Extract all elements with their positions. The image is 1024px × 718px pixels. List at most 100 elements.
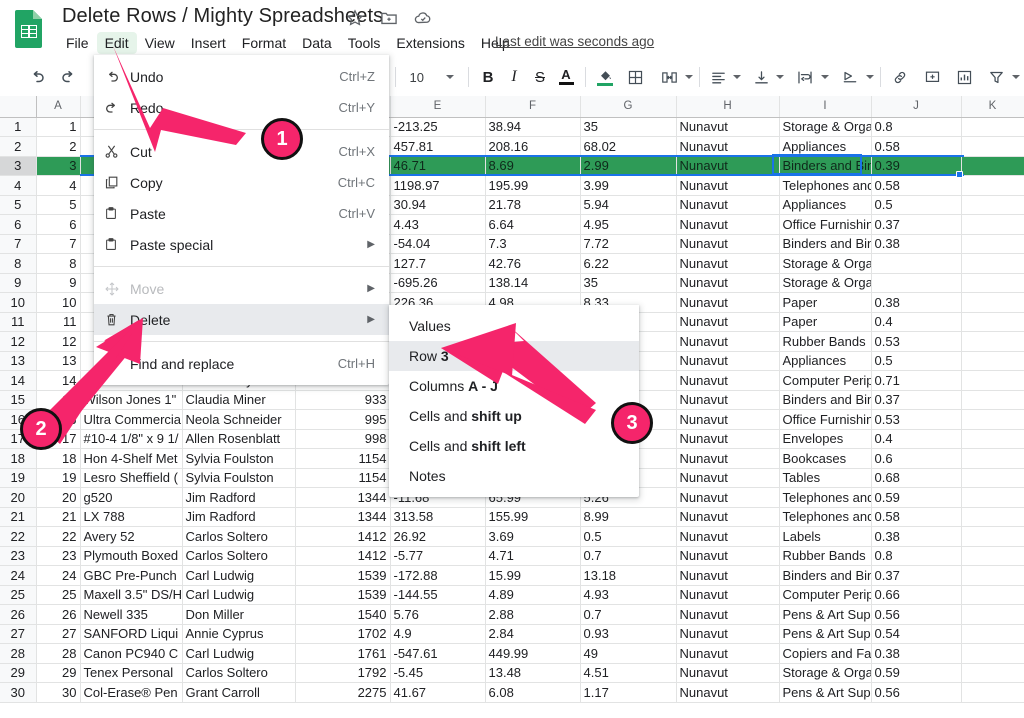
cell-F29[interactable]: 13.48 [485,663,581,683]
cell-A25[interactable]: 25 [36,585,81,605]
column-header-A[interactable]: A [36,96,81,118]
cell-G2[interactable]: 68.02 [580,136,677,157]
cell-K24[interactable] [961,565,1024,586]
cell-A21[interactable]: 21 [36,507,81,527]
cell-A29[interactable]: 29 [36,663,81,683]
cell-B30[interactable]: Col-Erase® Pen [80,682,183,703]
cell-K19[interactable] [961,468,1024,488]
cell-A12[interactable]: 12 [36,331,81,352]
cell-E27[interactable]: 4.9 [390,624,486,644]
cell-K20[interactable] [961,487,1024,508]
cell-I15[interactable]: Binders and Bind [779,390,872,410]
row-header-10[interactable]: 10 [0,292,37,313]
grid-corner[interactable] [0,96,37,118]
row-header-23[interactable]: 23 [0,546,37,566]
cell-F7[interactable]: 7.3 [485,234,581,254]
cell-E24[interactable]: -172.88 [390,565,486,586]
cell-D20[interactable]: 1344 [295,487,391,508]
cell-I20[interactable]: Telephones and [779,487,872,508]
cell-I17[interactable]: Envelopes [779,429,872,449]
cell-E30[interactable]: 41.67 [390,682,486,703]
cell-I10[interactable]: Paper [779,292,872,313]
insert-comment-button[interactable] [919,69,945,86]
cell-A11[interactable]: 11 [36,312,81,332]
cell-D15[interactable]: 933 [295,390,391,410]
cell-H5[interactable]: Nunavut [676,195,780,215]
cell-H4[interactable]: Nunavut [676,175,780,196]
cell-I11[interactable]: Paper [779,312,872,332]
cell-K4[interactable] [961,175,1024,196]
cell-H8[interactable]: Nunavut [676,253,780,274]
cell-F2[interactable]: 208.16 [485,136,581,157]
cell-G4[interactable]: 3.99 [580,175,677,196]
cell-F3[interactable]: 8.69 [485,156,581,176]
cell-I21[interactable]: Telephones and [779,507,872,527]
insert-link-button[interactable] [887,69,913,86]
cell-E8[interactable]: 127.7 [390,253,486,274]
cell-B22[interactable]: Avery 52 [80,526,183,547]
cell-K3[interactable] [961,156,1024,176]
cell-J16[interactable]: 0.53 [871,409,962,430]
text-color-button[interactable]: A [553,68,579,85]
delete-submenu-dropdown[interactable]: Values Row 3 Columns A - J Cells and shift … [389,305,639,497]
document-title[interactable]: Delete Rows / Mighty Spreadsheets [62,5,383,28]
cell-J25[interactable]: 0.66 [871,585,962,605]
cell-F24[interactable]: 15.99 [485,565,581,586]
cell-G1[interactable]: 35 [580,117,677,137]
delete-submenu-item-row-3[interactable]: Row 3 [389,341,639,371]
cell-A1[interactable]: 1 [36,117,81,137]
delete-submenu-item-cells-and-shift-up[interactable]: Cells and shift up [389,401,639,431]
cell-H24[interactable]: Nunavut [676,565,780,586]
cell-K28[interactable] [961,643,1024,664]
cell-D22[interactable]: 1412 [295,526,391,547]
cell-K15[interactable] [961,390,1024,410]
cell-J6[interactable]: 0.37 [871,214,962,235]
cell-J29[interactable]: 0.59 [871,663,962,683]
text-wrapping-button[interactable] [792,69,818,86]
cell-H28[interactable]: Nunavut [676,643,780,664]
cell-D29[interactable]: 1792 [295,663,391,683]
cell-H21[interactable]: Nunavut [676,507,780,527]
cell-C20[interactable]: Jim Radford [182,487,296,508]
chevron-down-icon[interactable] [1012,75,1020,79]
cell-A3[interactable]: 3 [36,156,81,176]
cell-H13[interactable]: Nunavut [676,351,780,371]
cell-J15[interactable]: 0.37 [871,390,962,410]
column-header-E[interactable]: E [390,96,486,118]
cell-F25[interactable]: 4.89 [485,585,581,605]
table-row[interactable]: 30 30 Col-Erase® Pen Grant Carroll 2275 41.67… [0,682,1024,703]
cell-G21[interactable]: 8.99 [580,507,677,527]
cell-K10[interactable] [961,292,1024,313]
cell-H17[interactable]: Nunavut [676,429,780,449]
cell-K14[interactable] [961,370,1024,391]
cell-C25[interactable]: Carl Ludwig [182,585,296,605]
cell-H10[interactable]: Nunavut [676,292,780,313]
cell-D18[interactable]: 1154 [295,448,391,469]
menubar-item-file[interactable]: File [58,32,97,54]
cell-D19[interactable]: 1154 [295,468,391,488]
cell-J7[interactable]: 0.38 [871,234,962,254]
cell-A2[interactable]: 2 [36,136,81,157]
cell-J24[interactable]: 0.37 [871,565,962,586]
cell-I26[interactable]: Pens & Art Supp [779,604,872,625]
row-header-2[interactable]: 2 [0,136,37,157]
row-header-14[interactable]: 14 [0,370,37,391]
chevron-down-icon[interactable] [733,75,741,79]
cell-C23[interactable]: Carlos Soltero [182,546,296,566]
cell-F8[interactable]: 42.76 [485,253,581,274]
delete-submenu-item-columns-a-j[interactable]: Columns A - J [389,371,639,401]
cell-J10[interactable]: 0.38 [871,292,962,313]
cell-F28[interactable]: 449.99 [485,643,581,664]
cell-C24[interactable]: Carl Ludwig [182,565,296,586]
cell-E29[interactable]: -5.45 [390,663,486,683]
cell-H11[interactable]: Nunavut [676,312,780,332]
insert-chart-button[interactable] [951,69,977,86]
cell-K1[interactable] [961,117,1024,137]
cell-H9[interactable]: Nunavut [676,273,780,293]
row-header-26[interactable]: 26 [0,604,37,625]
column-header-F[interactable]: F [485,96,581,118]
cell-A15[interactable]: 15 [36,390,81,410]
cell-J8[interactable] [871,253,962,274]
row-header-27[interactable]: 27 [0,624,37,644]
cell-G9[interactable]: 35 [580,273,677,293]
